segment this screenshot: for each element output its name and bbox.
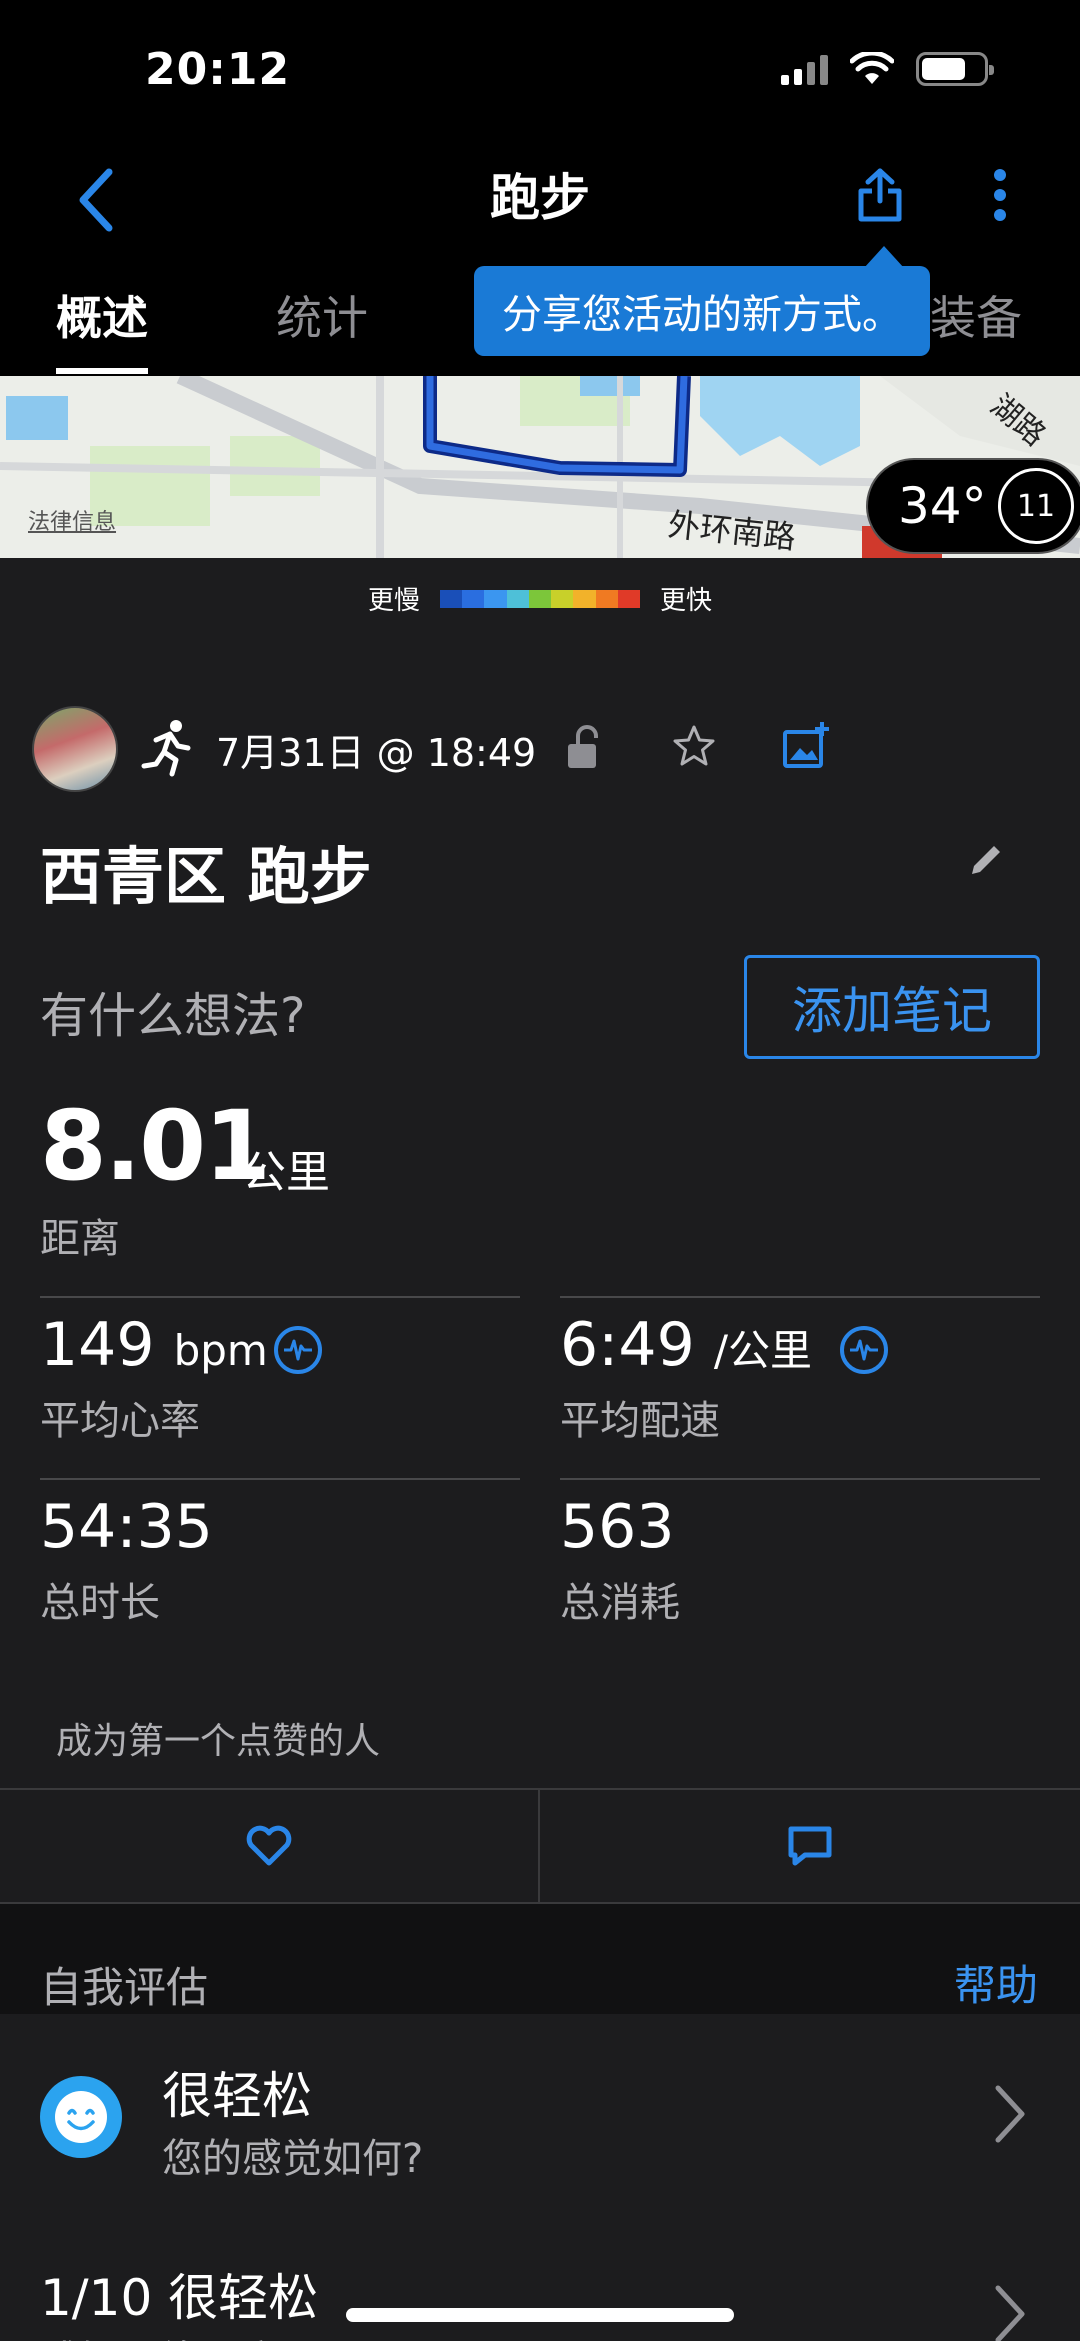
more-vertical-icon xyxy=(994,169,1006,221)
heart-rate-value: 149 xyxy=(40,1310,155,1380)
pace-value: 6:49 xyxy=(560,1310,695,1380)
weather-temperature: 34° xyxy=(898,477,987,535)
wind-speed-value: 11 xyxy=(1016,488,1056,524)
edit-pencil-icon[interactable] xyxy=(966,840,1006,880)
heart-icon xyxy=(246,1825,292,1866)
calories-label: 总消耗 xyxy=(560,1580,680,1626)
star-icon[interactable] xyxy=(672,724,716,768)
thoughts-prompt[interactable]: 有什么想法? xyxy=(40,976,305,1046)
activity-title: 西青区 跑步 xyxy=(40,840,372,913)
page-title: 跑步 xyxy=(490,169,590,227)
divider xyxy=(40,1296,520,1298)
waveform-icon xyxy=(284,1339,312,1361)
legend-fast-label: 更快 xyxy=(660,586,713,616)
unlocked-privacy-icon[interactable] xyxy=(564,724,604,772)
pace-color-swatch xyxy=(528,589,552,608)
pace-label: 平均配速 xyxy=(560,1398,720,1444)
map-legal-link[interactable]: 法律信息 xyxy=(28,504,116,536)
route-map[interactable]: 法律信息 外环南路 湖路 34° 11 xyxy=(0,376,1080,558)
share-icon xyxy=(858,168,902,222)
pace-color-swatch xyxy=(595,589,618,608)
pace-color-swatch xyxy=(551,589,574,608)
add-note-button[interactable]: 添加笔记 xyxy=(744,955,1040,1059)
heart-rate-chart-icon[interactable] xyxy=(274,1326,322,1374)
comment-icon xyxy=(788,1826,832,1866)
comment-button[interactable] xyxy=(540,1790,1080,1902)
likes-text: 成为第一个点赞的人 xyxy=(56,1721,381,1762)
pace-color-swatch xyxy=(617,589,640,608)
heart-rate-stat: 149 bpm xyxy=(40,1310,268,1380)
distance-value: 8.01 xyxy=(40,1090,271,1202)
pace-color-swatch xyxy=(506,589,529,608)
effort-title: 1/10 很轻松 xyxy=(40,2269,319,2327)
chevron-right-icon xyxy=(995,2085,1025,2143)
cellular-signal-icon xyxy=(781,53,828,85)
pace-color-swatch xyxy=(462,589,485,608)
self-eval-title: 自我评估 xyxy=(40,1963,209,2012)
pace-chart-icon[interactable] xyxy=(840,1326,888,1374)
like-button[interactable] xyxy=(0,1790,538,1902)
avatar[interactable] xyxy=(32,706,118,792)
duration-value: 54:35 xyxy=(40,1492,213,1562)
pace-stat: 6:49 /公里 xyxy=(560,1310,812,1380)
pace-color-swatch xyxy=(573,589,596,608)
pace-legend: 更慢 更快 xyxy=(0,580,1080,617)
running-icon xyxy=(141,720,191,777)
effort-subtitle: 感知训练强度 xyxy=(40,2328,280,2341)
pace-unit: /公里 xyxy=(713,1326,812,1375)
distance-unit: 公里 xyxy=(242,1147,330,1198)
tab-overview[interactable]: 概述 xyxy=(56,282,148,348)
feel-subtitle: 您的感觉如何? xyxy=(162,2136,424,2182)
pace-color-swatch xyxy=(484,589,507,608)
distance-label: 距离 xyxy=(40,1216,120,1262)
pace-color-scale xyxy=(440,589,640,608)
divider xyxy=(40,1478,520,1480)
home-indicator[interactable] xyxy=(346,2308,734,2322)
tab-stats[interactable]: 统计 xyxy=(276,282,368,348)
help-link[interactable]: 帮助 xyxy=(954,1952,1038,2013)
divider xyxy=(560,1296,1040,1298)
status-bar: 20:12 xyxy=(0,0,1080,140)
active-tab-indicator xyxy=(56,368,148,374)
nav-bar: 跑步 xyxy=(0,140,1080,260)
weather-badge[interactable]: 34° 11 xyxy=(866,458,1080,554)
waveform-icon xyxy=(850,1339,878,1361)
status-icons xyxy=(781,52,994,86)
status-time: 20:12 xyxy=(145,44,291,95)
wind-speed-icon: 11 xyxy=(998,468,1074,544)
more-options-button[interactable] xyxy=(975,160,1025,230)
share-tooltip[interactable]: 分享您活动的新方式。 xyxy=(474,246,930,356)
divider xyxy=(560,1478,1040,1480)
tab-gear[interactable]: 装备 xyxy=(930,282,1022,348)
heart-rate-label: 平均心率 xyxy=(40,1398,200,1444)
battery-icon xyxy=(916,52,994,86)
smiley-face-icon xyxy=(40,2076,122,2158)
self-eval-header: 自我评估 帮助 xyxy=(0,1904,1080,2014)
share-button[interactable] xyxy=(850,160,910,230)
duration-label: 总时长 xyxy=(40,1580,160,1626)
tooltip-text: 分享您活动的新方式。 xyxy=(502,292,902,338)
heart-rate-unit: bpm xyxy=(173,1326,268,1375)
legend-slow-label: 更慢 xyxy=(367,586,420,616)
feel-row[interactable]: 很轻松 您的感觉如何? xyxy=(0,2014,1080,2214)
wifi-icon xyxy=(850,52,894,84)
add-photo-icon[interactable] xyxy=(782,720,830,770)
chevron-right-icon xyxy=(995,2285,1025,2341)
calories-value: 563 xyxy=(560,1492,675,1562)
social-action-row xyxy=(0,1788,1080,1904)
feel-title: 很轻松 xyxy=(162,2067,312,2125)
pace-color-swatch xyxy=(440,589,463,608)
activity-date: 7月31日 @ 18:49 xyxy=(216,731,537,775)
